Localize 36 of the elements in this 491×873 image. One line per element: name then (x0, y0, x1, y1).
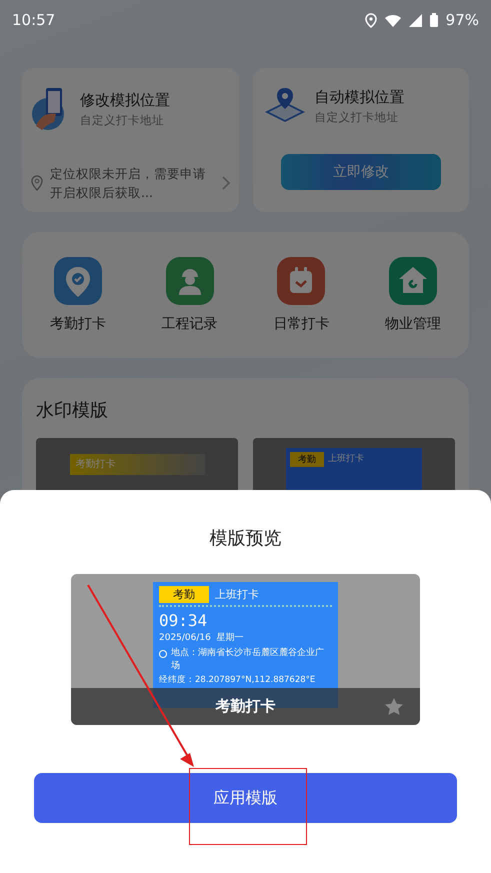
quick-action[interactable]: 日常打卡 (246, 257, 358, 333)
watermark-time: 09:34 (159, 611, 208, 630)
template-caption: 考勤打卡 (216, 697, 276, 716)
watermark-coordinates: 经纬度：28.207897°N,112.887628°E (159, 674, 316, 686)
quick-action[interactable]: 工程记录 (134, 257, 246, 333)
modify-now-button[interactable]: 立即修改 (280, 154, 441, 190)
template-title: 上班打卡 (328, 452, 364, 465)
battery-level: 97% (446, 11, 479, 29)
feature-card[interactable]: 自动模拟位置 自定义打卡地址 立即修改 (252, 68, 469, 212)
template-label: 考勤打卡 (70, 454, 204, 475)
quick-action[interactable]: 物业管理 (357, 257, 469, 333)
apply-template-button[interactable]: 应用模版 (34, 773, 457, 823)
card-title: 修改模拟位置 (80, 90, 170, 110)
chevron-right-icon[interactable] (220, 175, 230, 191)
wifi-icon (384, 14, 401, 26)
feature-card[interactable]: 修改模拟位置 自定义打卡地址 定位权限未开启，需要申请开启权限后获取... (22, 68, 238, 212)
star-icon[interactable] (384, 697, 404, 717)
watermark-location: 地点：湖南省长沙市岳麓区麓谷企业广场 (171, 647, 325, 673)
battery-icon (430, 13, 438, 27)
card-subtitle: 自定义打卡地址 (314, 110, 400, 124)
watermark-date: 2025/06/16 (159, 633, 211, 643)
quick-action[interactable]: 考勤打卡 (22, 257, 134, 333)
permission-notice: 定位权限未开启，需要申请开启权限后获取... (50, 165, 207, 202)
house-icon (389, 257, 438, 305)
calendar-icon (277, 257, 326, 305)
section-title: 水印模版 (36, 399, 109, 422)
card-subtitle: 自定义打卡地址 (80, 112, 165, 128)
signal-icon (408, 14, 422, 26)
sheet-title: 模版预览 (210, 527, 282, 550)
watermark-title: 上班打卡 (215, 587, 259, 602)
card-title: 自动模拟位置 (314, 88, 404, 106)
clock: 10:57 (12, 11, 56, 29)
worker-icon (166, 257, 214, 305)
template-tag: 考勤 (290, 452, 324, 467)
watermark-weekday: 星期一 (216, 633, 244, 643)
watermark-tag: 考勤 (159, 586, 209, 603)
